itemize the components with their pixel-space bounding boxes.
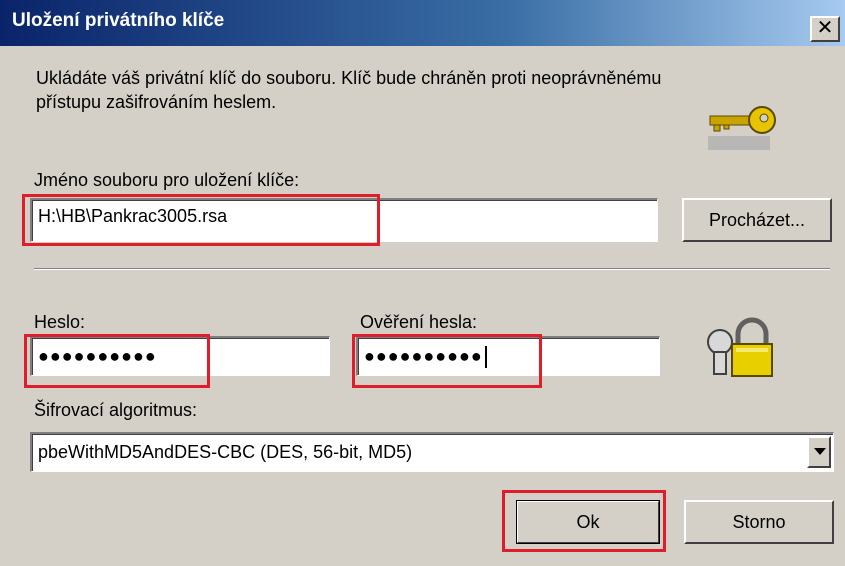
save-private-key-dialog: Uložení privátního klíče ✕ Ukládáte váš …	[0, 0, 845, 566]
close-icon: ✕	[816, 17, 834, 39]
window-title: Uložení privátního klíče	[12, 10, 225, 31]
algorithm-select[interactable]: pbeWithMD5AndDES-CBC (DES, 56-bit, MD5)	[30, 432, 834, 472]
password-confirm-input[interactable]: ●●●●●●●●●●	[356, 336, 660, 376]
text-caret	[484, 346, 487, 369]
algorithm-label: Šifrovací algoritmus:	[34, 400, 198, 420]
ok-button[interactable]: Ok	[516, 500, 660, 544]
close-button[interactable]: ✕	[810, 16, 840, 42]
key-icon	[708, 106, 776, 150]
filename-input[interactable]: H:\HB\Pankrac3005.rsa	[30, 198, 658, 242]
filename-label: Jméno souboru pro uložení klíče:	[34, 170, 300, 190]
password-mask: ●●●●●●●●●●	[38, 346, 157, 366]
divider	[34, 268, 830, 270]
padlock-keys-icon	[707, 317, 773, 377]
title-bar: Uložení privátního klíče	[0, 0, 845, 46]
algorithm-selected-value: pbeWithMD5AndDES-CBC (DES, 56-bit, MD5)	[38, 442, 413, 462]
password-confirm-label: Ověření hesla:	[360, 312, 478, 332]
cancel-button[interactable]: Storno	[684, 500, 834, 544]
chevron-down-icon[interactable]	[807, 436, 831, 468]
password-input[interactable]: ●●●●●●●●●●	[30, 336, 330, 376]
browse-button[interactable]: Procházet...	[682, 198, 832, 242]
password-label: Heslo:	[34, 312, 86, 332]
description-text: Ukládáte váš privátní klíč do souboru. K…	[36, 68, 662, 112]
password-confirm-mask: ●●●●●●●●●●	[364, 346, 483, 366]
filename-value: H:\HB\Pankrac3005.rsa	[38, 206, 228, 226]
